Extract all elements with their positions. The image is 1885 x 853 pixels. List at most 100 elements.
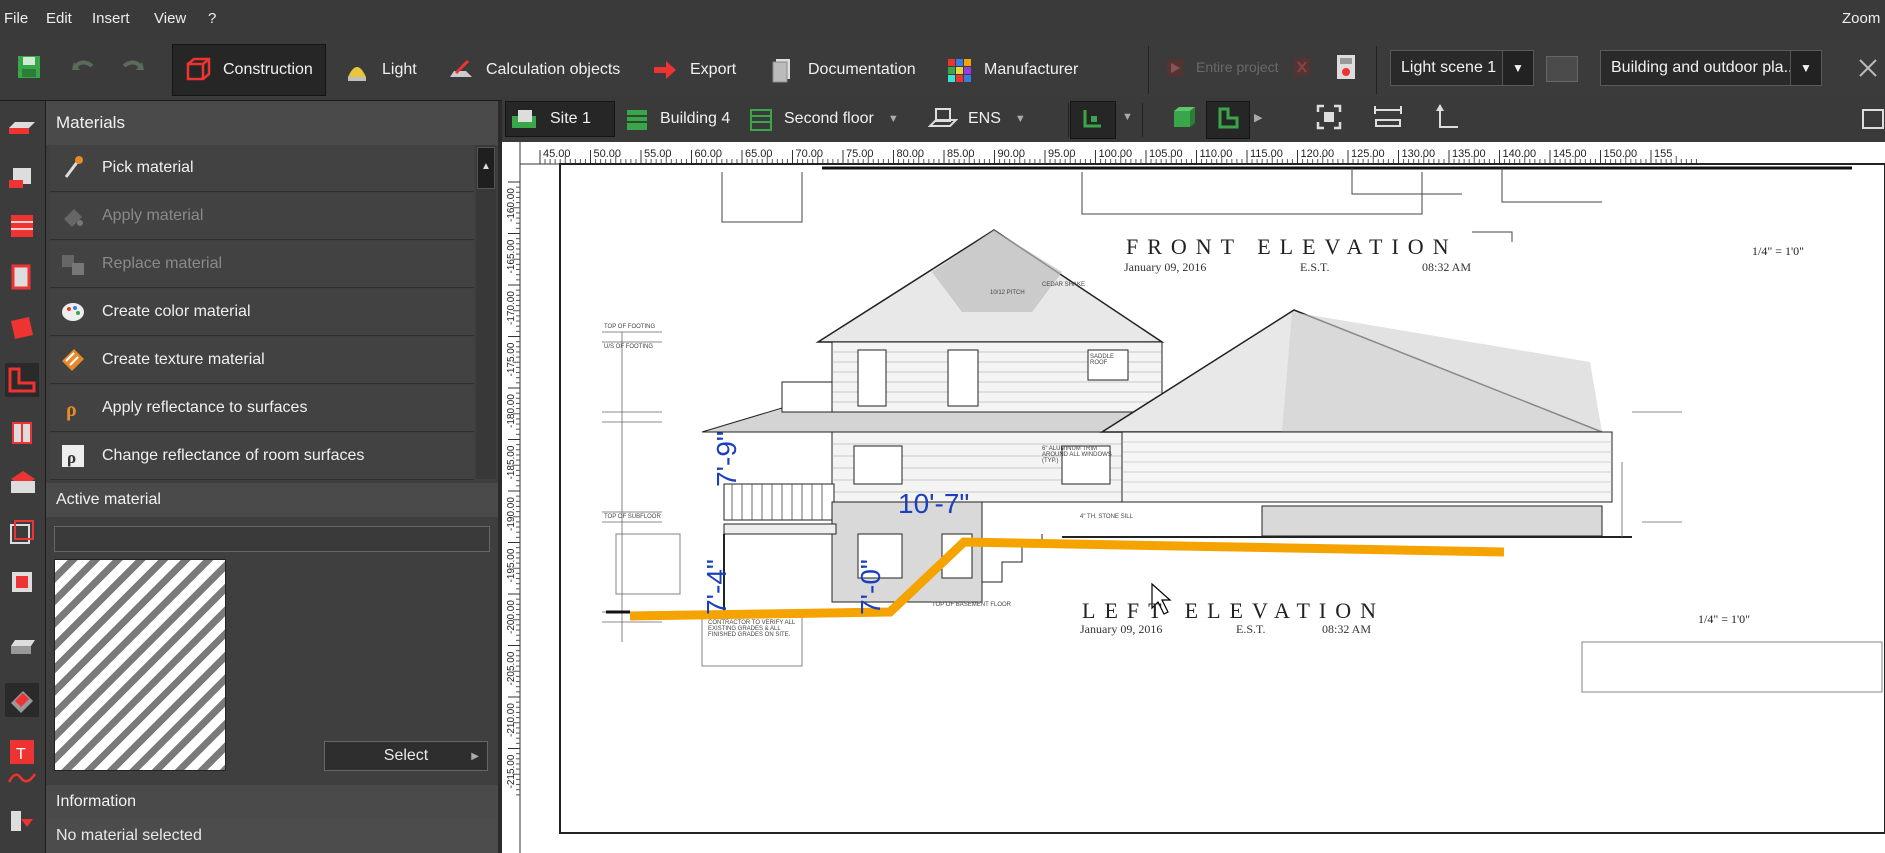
monitor-icon[interactable] (1546, 56, 1578, 82)
export-arrow-icon (652, 57, 678, 83)
height-tool-button[interactable] (1432, 101, 1462, 137)
ruler-label: 60.00 (695, 148, 723, 160)
ruler-label: 90.00 (998, 148, 1026, 160)
extrusion-tool-icon[interactable] (5, 465, 39, 499)
active-material-name-field[interactable] (54, 526, 490, 552)
change-room-reflectance-item[interactable]: ρ Change reflectance of room surfaces (50, 433, 474, 480)
ruler-label: 70.00 (796, 148, 824, 160)
building-icon (624, 106, 650, 132)
grid-settings-icon[interactable] (1856, 56, 1880, 80)
redo-icon[interactable] (120, 56, 146, 78)
menu-view[interactable]: View (154, 10, 186, 27)
ruler-label: 140.00 (1503, 148, 1537, 160)
tab-construction[interactable]: Construction (172, 44, 326, 96)
undo-icon[interactable] (70, 56, 96, 78)
building-selector[interactable]: Building 4 (624, 101, 730, 137)
building-label: Building 4 (660, 110, 731, 127)
upper-detail-lines (721, 168, 1602, 242)
wall-tool-icon[interactable] (5, 109, 39, 143)
tab-manufacturer[interactable]: Manufacturer (946, 44, 1078, 96)
menu-file[interactable]: File (4, 10, 28, 27)
plan-view-icon (1081, 106, 1105, 135)
replace-material-item[interactable]: Replace material (50, 241, 474, 288)
left-elevation-scale: 1/4" = 1'0" (1698, 612, 1751, 626)
menu-help[interactable]: ? (208, 10, 216, 27)
entire-project-label[interactable]: Entire project (1196, 59, 1278, 75)
zoom-label[interactable]: Zoom (1842, 10, 1880, 27)
ruler-label: 115.00 (1250, 148, 1283, 160)
ruler-label: 150.00 (1604, 148, 1638, 160)
drawing-note: TOP OF FOOTING (604, 324, 656, 330)
screen-icon[interactable] (1862, 109, 1884, 129)
ruler-label: -195.00 (506, 548, 517, 582)
chevron-down-icon[interactable]: ▼ (1122, 111, 1133, 123)
site-label: Site 1 (550, 110, 591, 127)
room-tool-icon[interactable] (5, 159, 39, 193)
menu-bar: File Edit Insert View ? Zoom (0, 0, 1885, 41)
create-texture-material-item[interactable]: Create texture material (50, 337, 474, 384)
apply-material-item[interactable]: Apply material (50, 193, 474, 240)
fit-view-button[interactable] (1312, 101, 1346, 137)
tab-calculation-objects[interactable]: Calculation objects (448, 44, 620, 96)
light-scene-value: Light scene 1 (1401, 59, 1497, 76)
floor-plan-button[interactable] (1206, 101, 1250, 139)
green-cube-icon (1171, 105, 1195, 134)
select-button[interactable]: Select ▶ (324, 741, 488, 771)
materials-scrollbar[interactable]: ▲ (476, 145, 496, 479)
tab-manufacturer-label: Manufacturer (984, 61, 1079, 78)
tab-documentation[interactable]: Documentation (770, 44, 916, 96)
chevron-right-icon[interactable]: ▶ (1254, 111, 1262, 124)
ruler-label: 85.00 (947, 148, 975, 160)
viewbar-divider (1142, 103, 1143, 137)
view-direction-selector[interactable]: ENS ▼ (927, 101, 1026, 137)
create-color-material-item[interactable]: Create color material (50, 289, 474, 336)
drawing-note: TOP OF BASEMENT FLOOR (932, 602, 1012, 608)
furniture-tool-icon[interactable] (5, 631, 39, 665)
material-tool-icon[interactable] (5, 683, 39, 717)
ceiling-tool-icon[interactable] (5, 261, 39, 295)
measure-tool-icon[interactable] (5, 803, 39, 837)
play-icon[interactable] (1166, 58, 1184, 78)
object-tool-icon[interactable] (5, 565, 39, 599)
menu-insert[interactable]: Insert (92, 10, 130, 27)
roof-tool-icon[interactable] (5, 311, 39, 345)
chevron-down-icon: ▼ (1790, 51, 1821, 85)
document-icon (770, 57, 796, 83)
stairs-tool-icon[interactable] (5, 363, 39, 397)
plan-view-button[interactable] (1070, 101, 1116, 139)
ruler-label: 125.00 (1351, 148, 1385, 160)
viewbar-divider (1068, 103, 1069, 137)
pick-material-item[interactable]: Pick material (50, 145, 474, 192)
save-icon[interactable] (16, 54, 42, 80)
measure-distance-button[interactable] (1370, 101, 1406, 137)
replace-icon (58, 249, 88, 279)
box-tool-icon[interactable] (5, 515, 39, 549)
left-elevation-time: 08:32 AM (1322, 622, 1372, 636)
floor-tool-icon[interactable] (5, 209, 39, 243)
menu-edit[interactable]: Edit (46, 10, 72, 27)
light-scene-dropdown[interactable]: Light scene 1 ▼ (1390, 50, 1534, 86)
view-direction-label: ENS (968, 110, 1001, 127)
tab-export[interactable]: Export (652, 44, 736, 96)
calculator-icon[interactable] (1336, 54, 1356, 80)
drawing-canvas[interactable]: 45.00 50.00 55.00 60.00 65.00 70.00 75.00 80.00… (502, 142, 1885, 853)
site-selector[interactable]: Site 1 (505, 101, 615, 137)
curve-tool-icon[interactable] (5, 761, 39, 795)
column-tool-icon[interactable] (5, 415, 39, 449)
scene-view-dropdown[interactable]: Building and outdoor pla... ▼ (1600, 50, 1822, 86)
3d-view-button[interactable] (1166, 101, 1200, 137)
drawing-note: 10/12 PITCH (990, 290, 1025, 296)
apply-reflectance-item[interactable]: ρ Apply reflectance to surfaces (50, 385, 474, 432)
tab-light[interactable]: Light (344, 44, 417, 96)
delete-icon[interactable] (1292, 56, 1312, 78)
scroll-up-icon[interactable]: ▲ (477, 147, 495, 189)
tab-calculation-objects-label: Calculation objects (486, 61, 621, 78)
chevron-right-icon: ▶ (471, 750, 479, 762)
apply-material-label: Apply material (102, 207, 204, 224)
front-elevation-tz: E.S.T. (1300, 260, 1330, 274)
floor-selector[interactable]: Second floor ▼ (748, 101, 899, 137)
left-elevation-date: January 09, 2016 (1080, 622, 1163, 636)
tab-construction-label: Construction (223, 61, 313, 78)
calculation-plane-icon (448, 57, 474, 83)
ruler-label: 120.00 (1301, 148, 1335, 160)
